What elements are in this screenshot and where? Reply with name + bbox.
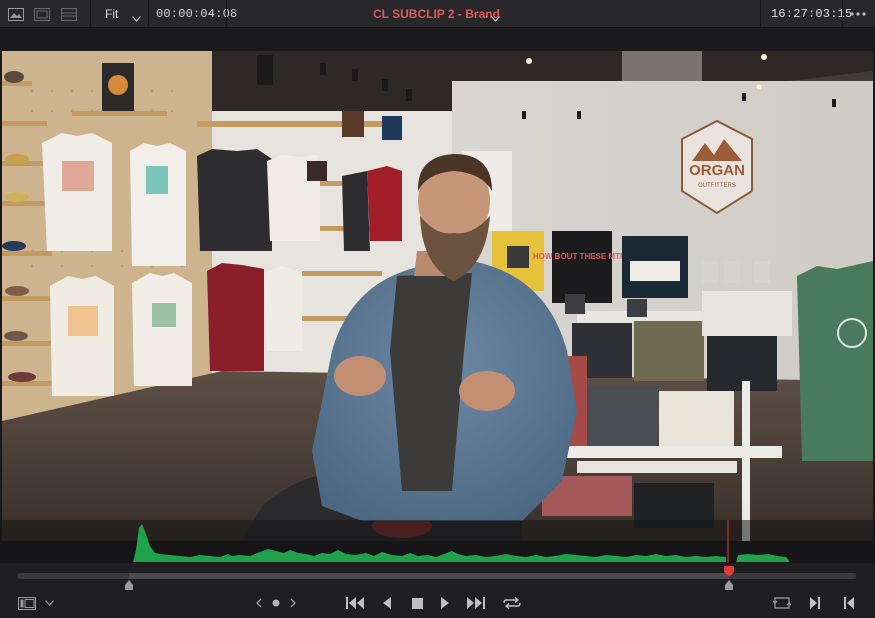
play-button[interactable] [436,594,454,612]
stop-icon [411,597,423,609]
chevron-down-icon[interactable] [132,9,141,27]
match-frame-button[interactable] [770,594,794,612]
go-to-end-button[interactable] [465,594,487,612]
previous-edit-icon [844,597,854,609]
chevron-down-icon[interactable] [491,9,500,27]
video-frame-image: ORGAN OUTFITTERS HOW BOUT THESE MTNS [2,51,873,541]
store-sign-text: HOW BOUT THESE MTNS [533,252,632,261]
more-options-icon[interactable] [848,4,868,22]
skip-back-icon [346,597,364,609]
next-edit-button[interactable] [806,594,824,612]
chevron-left-icon [256,598,262,608]
match-frame-icon [773,597,791,609]
loop-icon [503,596,521,610]
video-frame[interactable]: ORGAN OUTFITTERS HOW BOUT THESE MTNS [2,51,873,541]
record-timecode: 16:27:03:15 [771,7,853,21]
next-edit-icon [810,597,820,609]
dual-viewer-icon[interactable] [33,5,51,23]
loop-button[interactable] [500,594,524,612]
waveform-fill-right [736,554,790,562]
timecode-options-icon[interactable]: • [234,6,238,17]
play-icon [441,597,449,609]
chevron-right-icon [290,598,296,608]
zoom-dropdown-label[interactable]: Fit [105,7,118,21]
jog-dot-icon [272,599,280,607]
play-reverse-icon [383,597,391,609]
chevron-down-icon[interactable] [42,594,56,612]
in-out-range [129,573,729,579]
in-point-marker[interactable] [124,577,134,590]
playhead-handle[interactable] [723,565,735,577]
jog-control[interactable] [254,594,298,612]
audio-waveform-strip [0,520,875,563]
viewer-mode-icon[interactable] [16,594,38,612]
store-logo-sub: OUTFITTERS [698,183,736,189]
store-logo-word: ORGAN [689,162,745,179]
waveform-fill-left [133,524,726,562]
viewer-toolbar: Fit 00:00:04:08 • CL SUBCLIP 2 - Brand 1… [0,0,875,28]
audio-waveform [133,520,790,563]
go-to-start-button[interactable] [344,594,366,612]
play-reverse-button[interactable] [378,594,396,612]
single-viewer-icon[interactable] [7,5,25,23]
clip-name-dropdown[interactable]: CL SUBCLIP 2 - Brand [373,7,500,21]
previous-edit-button[interactable] [840,594,858,612]
stop-button[interactable] [408,594,426,612]
out-point-marker[interactable] [724,577,734,590]
cinema-viewer-icon[interactable] [60,5,78,23]
skip-forward-icon [467,597,485,609]
